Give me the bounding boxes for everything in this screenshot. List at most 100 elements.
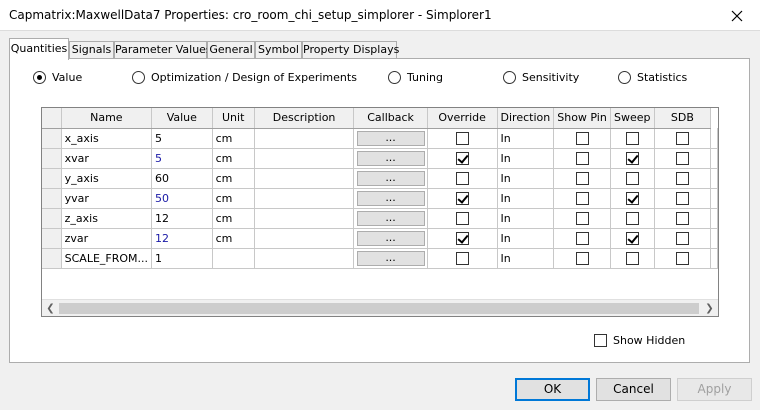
mode-radio-value[interactable]: Value [33, 69, 82, 85]
mode-radio-sensitivity[interactable]: Sensitivity [503, 69, 579, 85]
quantities-grid[interactable]: Name Value Unit Description Callback Ove… [41, 107, 719, 317]
table-row[interactable]: x_axis 5 cm... In [42, 128, 718, 149]
override-cell[interactable] [427, 208, 498, 229]
override-cell[interactable] [427, 228, 498, 249]
show-pin-checkbox[interactable] [575, 171, 589, 185]
sdb-cell[interactable] [654, 148, 712, 169]
row-header[interactable] [42, 188, 62, 209]
name-cell[interactable]: zvar [61, 228, 153, 249]
override-cell[interactable] [427, 188, 498, 209]
show-pin-cell[interactable] [553, 248, 611, 269]
tab-symbol[interactable]: Symbol [255, 41, 302, 59]
value-cell[interactable]: 5 [151, 128, 213, 149]
callback-button[interactable]: ... [356, 170, 425, 186]
row-header[interactable] [42, 128, 62, 149]
tab-property-displays[interactable]: Property Displays [302, 41, 399, 59]
show-pin-cell[interactable] [553, 208, 611, 229]
show-pin-checkbox[interactable] [575, 231, 589, 245]
scroll-thumb[interactable] [59, 303, 699, 314]
column-header[interactable]: Override [427, 108, 498, 129]
override-checkbox[interactable] [455, 231, 469, 245]
name-cell[interactable]: x_axis [61, 128, 153, 149]
apply-button[interactable]: Apply [677, 378, 752, 401]
sdb-cell[interactable] [654, 228, 712, 249]
column-header[interactable]: Show Pin [553, 108, 611, 129]
column-header[interactable]: Direction [497, 108, 555, 129]
description-cell[interactable] [254, 228, 355, 249]
show-pin-checkbox[interactable] [575, 151, 589, 165]
name-cell[interactable]: SCALE_FROM... [61, 248, 153, 269]
override-checkbox[interactable] [455, 171, 469, 185]
sweep-checkbox[interactable] [625, 151, 639, 165]
show-pin-checkbox[interactable] [575, 211, 589, 225]
table-row[interactable]: zvar 12 cm... In [42, 228, 718, 249]
override-checkbox[interactable] [455, 251, 469, 265]
value-cell[interactable]: 5 [151, 148, 213, 169]
horizontal-scrollbar[interactable]: ❮ ❯ [42, 299, 718, 316]
unit-cell[interactable] [212, 248, 255, 269]
override-checkbox[interactable] [455, 151, 469, 165]
tab-signals[interactable]: Signals [69, 41, 114, 59]
scroll-right-icon[interactable]: ❯ [701, 300, 718, 316]
sdb-cell[interactable] [654, 168, 712, 189]
sweep-cell[interactable] [610, 188, 655, 209]
sdb-checkbox[interactable] [675, 171, 689, 185]
description-cell[interactable] [254, 128, 355, 149]
override-checkbox[interactable] [455, 131, 469, 145]
row-header[interactable] [42, 148, 62, 169]
callback-button[interactable]: ... [356, 230, 425, 246]
description-cell[interactable] [254, 148, 355, 169]
sweep-checkbox[interactable] [625, 171, 639, 185]
show-pin-checkbox[interactable] [575, 131, 589, 145]
column-header[interactable]: Callback [353, 108, 428, 129]
direction-cell[interactable]: In [497, 168, 555, 189]
sdb-cell[interactable] [654, 208, 712, 229]
show-pin-cell[interactable] [553, 148, 611, 169]
callback-button[interactable]: ... [356, 190, 425, 206]
override-cell[interactable] [427, 128, 498, 149]
column-header[interactable]: Sweep [610, 108, 655, 129]
value-cell[interactable]: 12 [151, 228, 213, 249]
callback-button[interactable]: ... [356, 150, 425, 166]
sdb-checkbox[interactable] [675, 211, 689, 225]
column-header[interactable]: Value [151, 108, 213, 129]
sweep-checkbox[interactable] [625, 131, 639, 145]
name-cell[interactable]: xvar [61, 148, 153, 169]
unit-cell[interactable]: cm [212, 148, 255, 169]
table-row[interactable]: z_axis 12 cm... In [42, 208, 718, 229]
name-cell[interactable]: z_axis [61, 208, 153, 229]
table-row[interactable]: xvar 5 cm... In [42, 148, 718, 169]
sweep-checkbox[interactable] [625, 191, 639, 205]
sweep-cell[interactable] [610, 168, 655, 189]
sdb-checkbox[interactable] [675, 231, 689, 245]
mode-radio-optimization[interactable]: Optimization / Design of Experiments [132, 69, 357, 85]
table-row[interactable]: SCALE_FROM... 1... In [42, 248, 718, 269]
callback-button[interactable]: ... [356, 130, 425, 146]
column-header[interactable]: Unit [212, 108, 255, 129]
row-header[interactable] [42, 168, 62, 189]
sdb-cell[interactable] [654, 188, 712, 209]
description-cell[interactable] [254, 208, 355, 229]
sweep-checkbox[interactable] [625, 251, 639, 265]
direction-cell[interactable]: In [497, 228, 555, 249]
tab-parameter-values[interactable]: Parameter Values [114, 41, 212, 59]
close-button[interactable] [714, 0, 760, 31]
unit-cell[interactable]: cm [212, 208, 255, 229]
ok-button[interactable]: OK [515, 378, 590, 401]
value-cell[interactable]: 12 [151, 208, 213, 229]
direction-cell[interactable]: In [497, 148, 555, 169]
sweep-cell[interactable] [610, 148, 655, 169]
value-cell[interactable]: 50 [151, 188, 213, 209]
show-pin-cell[interactable] [553, 168, 611, 189]
unit-cell[interactable]: cm [212, 128, 255, 149]
description-cell[interactable] [254, 188, 355, 209]
sweep-cell[interactable] [610, 128, 655, 149]
show-pin-checkbox[interactable] [575, 191, 589, 205]
sdb-cell[interactable] [654, 248, 712, 269]
override-checkbox[interactable] [455, 211, 469, 225]
direction-cell[interactable]: In [497, 128, 555, 149]
sdb-checkbox[interactable] [675, 151, 689, 165]
unit-cell[interactable]: cm [212, 188, 255, 209]
column-header[interactable]: Description [254, 108, 355, 129]
description-cell[interactable] [254, 168, 355, 189]
